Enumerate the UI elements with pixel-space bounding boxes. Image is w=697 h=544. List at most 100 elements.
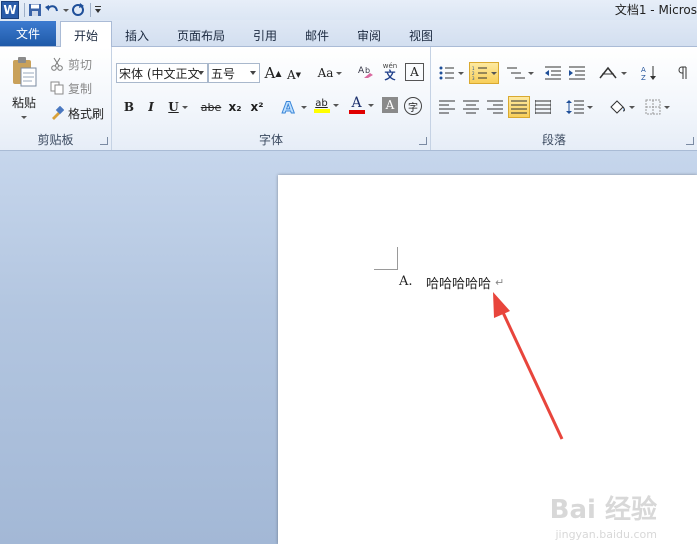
font-group: 宋体 (中文正文 五号 A ▲ A ▼ Aa Ab wén 文 A B I U … [112, 47, 431, 150]
italic-button[interactable]: I [142, 97, 160, 117]
phonetic-guide-button[interactable]: wén 文 [380, 61, 400, 81]
format-painter-button[interactable]: 格式刷 [50, 103, 108, 123]
redo-button[interactable] [71, 1, 85, 19]
multilevel-list-button[interactable] [505, 63, 535, 83]
tab-references[interactable]: 引用 [242, 24, 288, 46]
font-name-value: 宋体 (中文正文 [119, 66, 200, 81]
align-right-button[interactable] [485, 97, 505, 117]
strikethrough-button[interactable]: abe [200, 97, 222, 117]
justify-button[interactable] [508, 96, 530, 118]
tab-view[interactable]: 视图 [398, 24, 444, 46]
char-border-button[interactable]: A [405, 63, 424, 81]
enclose-chars-icon: 字 [408, 102, 418, 114]
char-shading-button[interactable]: A [382, 97, 398, 113]
qat-separator [90, 3, 91, 17]
clipboard-launcher-icon[interactable] [100, 137, 108, 145]
strikethrough-icon: abe [200, 100, 222, 114]
numbering-button[interactable]: 123 [469, 62, 499, 84]
underline-icon: U [168, 100, 179, 114]
chinese-layout-dropdown-icon [620, 71, 627, 75]
format-painter-label: 格式刷 [68, 106, 105, 121]
tab-review[interactable]: 审阅 [346, 24, 392, 46]
customize-qat-button[interactable] [94, 1, 102, 19]
annotation-arrow-icon [493, 292, 564, 440]
multilevel-list-icon [506, 67, 525, 79]
underline-button[interactable]: U [164, 97, 192, 117]
highlight-button[interactable]: ab [310, 95, 342, 115]
document-workspace: A. 哈哈哈哈哈 ↵ Bai 经验 jingyan.baidu.com [0, 151, 697, 544]
bullets-dropdown-icon [457, 71, 464, 75]
sort-button[interactable]: AZ [639, 63, 659, 83]
superscript-button[interactable]: x² [248, 97, 266, 117]
clear-format-button[interactable]: Ab [358, 61, 376, 81]
numbering-dropdown-icon [490, 71, 497, 75]
decrease-indent-icon [545, 66, 561, 80]
phonetic-guide-icon: 文 [384, 69, 396, 82]
font-name-dropdown-icon [198, 71, 204, 75]
enclose-chars-button[interactable]: 字 [404, 97, 422, 115]
show-marks-button[interactable] [673, 63, 693, 83]
save-button[interactable] [28, 1, 42, 19]
word-logo-icon[interactable]: W [1, 1, 19, 19]
borders-dropdown-icon [663, 105, 670, 109]
decrease-indent-button[interactable] [543, 63, 563, 83]
line-spacing-button[interactable] [563, 97, 595, 117]
bold-icon: B [123, 100, 135, 114]
borders-button[interactable] [641, 97, 673, 117]
char-border-icon: A [410, 65, 419, 79]
distributed-button[interactable] [533, 97, 553, 117]
font-size-value: 五号 [211, 66, 236, 81]
paragraph-group-label: 段落 [541, 133, 566, 147]
increase-indent-button[interactable] [567, 63, 587, 83]
sort-icon: AZ [641, 66, 656, 81]
copy-icon [50, 81, 64, 95]
paragraph-launcher-icon[interactable] [686, 137, 694, 145]
font-launcher-icon[interactable] [419, 137, 427, 145]
line-spacing-dropdown-icon [586, 105, 593, 109]
tab-page-layout[interactable]: 页面布局 [168, 24, 234, 46]
show-marks-icon [678, 66, 687, 79]
grow-font-icon: A [264, 64, 276, 82]
tab-mailings[interactable]: 邮件 [294, 24, 340, 46]
bullets-icon [439, 66, 454, 80]
shrink-font-button[interactable]: A ▼ [285, 65, 303, 85]
tab-home[interactable]: 开始 [60, 21, 112, 48]
text-effects-button[interactable]: A [278, 97, 308, 117]
tab-file[interactable]: 文件 [0, 21, 56, 46]
undo-dropdown-icon[interactable] [63, 8, 69, 12]
font-name-select[interactable]: 宋体 (中文正文 [116, 63, 208, 83]
title-bar: W 文档1 - Micros [0, 0, 697, 20]
paste-dropdown-icon[interactable] [21, 115, 27, 119]
paste-button[interactable]: 粘贴 [4, 51, 44, 123]
paint-bucket-icon [609, 100, 625, 114]
cut-label: 剪切 [68, 57, 93, 72]
change-case-dropdown-icon [336, 71, 343, 75]
svg-text:A: A [641, 66, 646, 74]
chinese-layout-button[interactable] [595, 63, 629, 83]
change-case-button[interactable]: Aa [315, 63, 345, 83]
bullets-button[interactable] [437, 63, 465, 83]
quick-access-toolbar: W [0, 0, 104, 20]
grow-font-button[interactable]: A ▲ [264, 63, 282, 83]
align-center-button[interactable] [461, 97, 481, 117]
ribbon-tabs: 文件 开始 插入 页面布局 引用 邮件 审阅 视图 [0, 20, 697, 48]
undo-button[interactable] [44, 1, 69, 19]
paste-icon [13, 56, 37, 86]
tab-insert[interactable]: 插入 [114, 24, 160, 46]
subscript-button[interactable]: x₂ [226, 97, 244, 117]
font-color-dropdown-icon [367, 103, 374, 107]
align-left-button[interactable] [437, 97, 457, 117]
shading-button[interactable] [605, 97, 637, 117]
align-right-icon [487, 100, 503, 114]
customize-icon [95, 6, 101, 13]
cut-button[interactable]: 剪切 [50, 54, 98, 74]
font-group-label: 字体 [258, 133, 283, 147]
clipboard-group: 粘贴 剪切 复制 格式刷 剪贴板 [0, 47, 112, 150]
bold-button[interactable]: B [120, 97, 138, 117]
highlight-dropdown-icon [332, 103, 339, 107]
font-color-button[interactable]: A [346, 95, 376, 115]
clipboard-group-label: 剪贴板 [37, 133, 74, 147]
borders-icon [645, 99, 660, 115]
font-size-select[interactable]: 五号 [208, 63, 260, 83]
copy-button[interactable]: 复制 [50, 78, 98, 98]
